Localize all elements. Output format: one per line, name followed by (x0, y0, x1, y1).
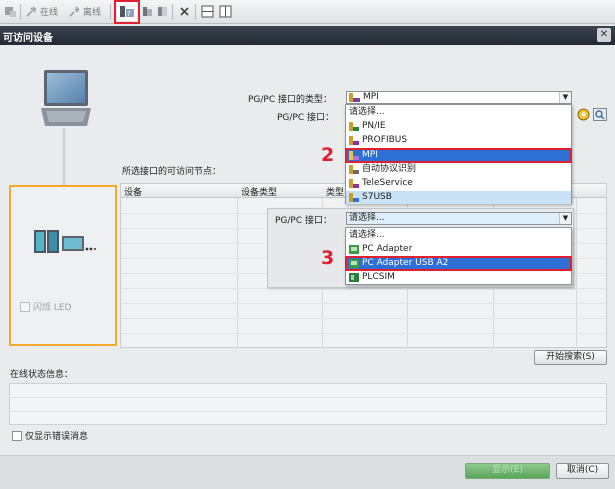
inner-option-2[interactable]: PC Adapter USB A2 (345, 256, 572, 271)
inner-interface-value: 请选择... (349, 213, 385, 223)
usb-icon (349, 193, 359, 202)
online-status-label: 在线状态信息： (10, 370, 74, 380)
inner-option-0-label: 请选择... (349, 230, 385, 240)
interface-type-value: MPI (363, 92, 379, 102)
interface-type-option-1-label: PN/IE (362, 121, 386, 131)
interface-type-option-3-label: MPI (362, 150, 378, 160)
annotation-box-1 (114, 0, 140, 24)
annotation-step-3: 3 (321, 247, 335, 269)
network-icon (349, 122, 359, 131)
unplug-icon (69, 6, 80, 17)
properties-icon[interactable] (577, 108, 590, 121)
inner-option-1[interactable]: PC Adapter (346, 243, 571, 256)
inner-interface-list: 请选择... PC Adapter PC Adapter USB A2 PLCS… (345, 227, 572, 285)
dialog-close-icon[interactable]: ✕ (597, 28, 611, 42)
show-errors-only-label: 仅显示错误消息 (25, 432, 89, 442)
start-search-button[interactable]: 开始搜索(S) (534, 350, 607, 365)
chevron-down-icon: ▼ (559, 92, 571, 103)
mpi-option-icon (349, 151, 359, 160)
show-errors-only-box[interactable] (12, 430, 22, 441)
mpi-icon (349, 93, 360, 102)
interface-label: PG/PC 接口： (277, 113, 335, 123)
column-header-device[interactable]: 设备 (124, 185, 142, 198)
online-status-log (9, 383, 607, 425)
inner-interface-select[interactable]: 请选择... ▼ (346, 212, 572, 225)
close-icon[interactable] (178, 3, 191, 20)
interface-type-list: 请选择... PN/IE PROFIBUS MPI 自动协议识别 TeleSer… (345, 104, 572, 204)
split-vertical-icon[interactable] (219, 3, 232, 20)
interface-type-option-2[interactable]: PROFIBUS (346, 134, 571, 147)
show-errors-only-checkbox[interactable]: 仅显示错误消息 (12, 429, 88, 442)
auto-detect-icon (349, 165, 359, 174)
inner-option-0[interactable]: 请选择... (346, 229, 571, 242)
teleservice-icon (349, 179, 359, 188)
go-online-label: 在线 (40, 8, 59, 18)
flash-led-label: 闪烁 LED (33, 303, 72, 313)
column-header-device-type[interactable]: 设备类型 (241, 185, 277, 198)
split-horizontal-icon[interactable] (201, 3, 214, 20)
toolbar-device-icon-a[interactable] (141, 3, 154, 20)
profibus-icon (349, 136, 359, 145)
interface-type-option-0-label: 请选择... (349, 107, 385, 117)
accessible-nodes-label: 所选接口的可访问节点： (122, 167, 222, 177)
interface-type-option-6[interactable]: S7USB (346, 191, 571, 204)
target-device-panel: 闪烁 LED (9, 185, 117, 346)
pc-adapter-icon (349, 245, 359, 254)
dialog-title: 可访问设备 (3, 33, 53, 44)
go-offline-label: 离线 (83, 8, 102, 18)
pc-adapter-usb-icon (349, 259, 359, 268)
dialog-titlebar: 可访问设备 ✕ (0, 26, 615, 45)
go-offline-button[interactable]: 离线 (68, 3, 101, 20)
interface-type-option-3[interactable]: MPI (345, 148, 572, 163)
interface-type-option-2-label: PROFIBUS (362, 135, 408, 145)
cancel-button[interactable]: 取消(C) (556, 463, 609, 479)
interface-type-option-6-label: S7USB (362, 192, 392, 202)
interface-type-option-4[interactable]: 自动协议识别 (346, 163, 571, 176)
interface-type-option-1[interactable]: PN/IE (346, 120, 571, 133)
column-header-type[interactable]: 类型 (326, 185, 344, 198)
inner-option-1-label: PC Adapter (362, 244, 413, 254)
plc-device-icon (34, 230, 96, 253)
annotation-step-2: 2 (321, 144, 335, 166)
toolbar-first-icon[interactable] (4, 3, 17, 20)
toolbar: 在线 离线 ? (0, 0, 615, 24)
go-online-button[interactable]: 在线 (25, 3, 58, 20)
inner-option-2-label: PC Adapter USB A2 (362, 258, 449, 268)
interface-type-option-4-label: 自动协议识别 (362, 164, 417, 174)
diagnostics-icon[interactable] (593, 108, 607, 121)
toolbar-device-icon-b[interactable] (156, 3, 169, 20)
interface-type-option-5[interactable]: TeleService (346, 177, 571, 190)
flash-led-box[interactable] (20, 301, 30, 312)
plcsim-icon (349, 273, 359, 282)
show-button[interactable]: 显示(E) (465, 463, 550, 479)
interface-type-select[interactable]: MPI ▼ (346, 91, 572, 104)
inner-option-3-label: PLCSIM (362, 272, 395, 282)
interface-type-option-5-label: TeleService (362, 178, 413, 188)
inner-chevron-down-icon: ▼ (559, 213, 571, 224)
interface-type-option-0[interactable]: 请选择... (346, 106, 571, 119)
interface-type-label: PG/PC 接口的类型： (248, 95, 333, 105)
pg-pc-laptop-icon (41, 70, 91, 126)
flash-led-checkbox[interactable]: 闪烁 LED (20, 300, 72, 313)
plug-icon (26, 6, 37, 17)
inner-interface-label: PG/PC 接口： (275, 216, 333, 226)
inner-option-3[interactable]: PLCSIM (346, 271, 571, 284)
